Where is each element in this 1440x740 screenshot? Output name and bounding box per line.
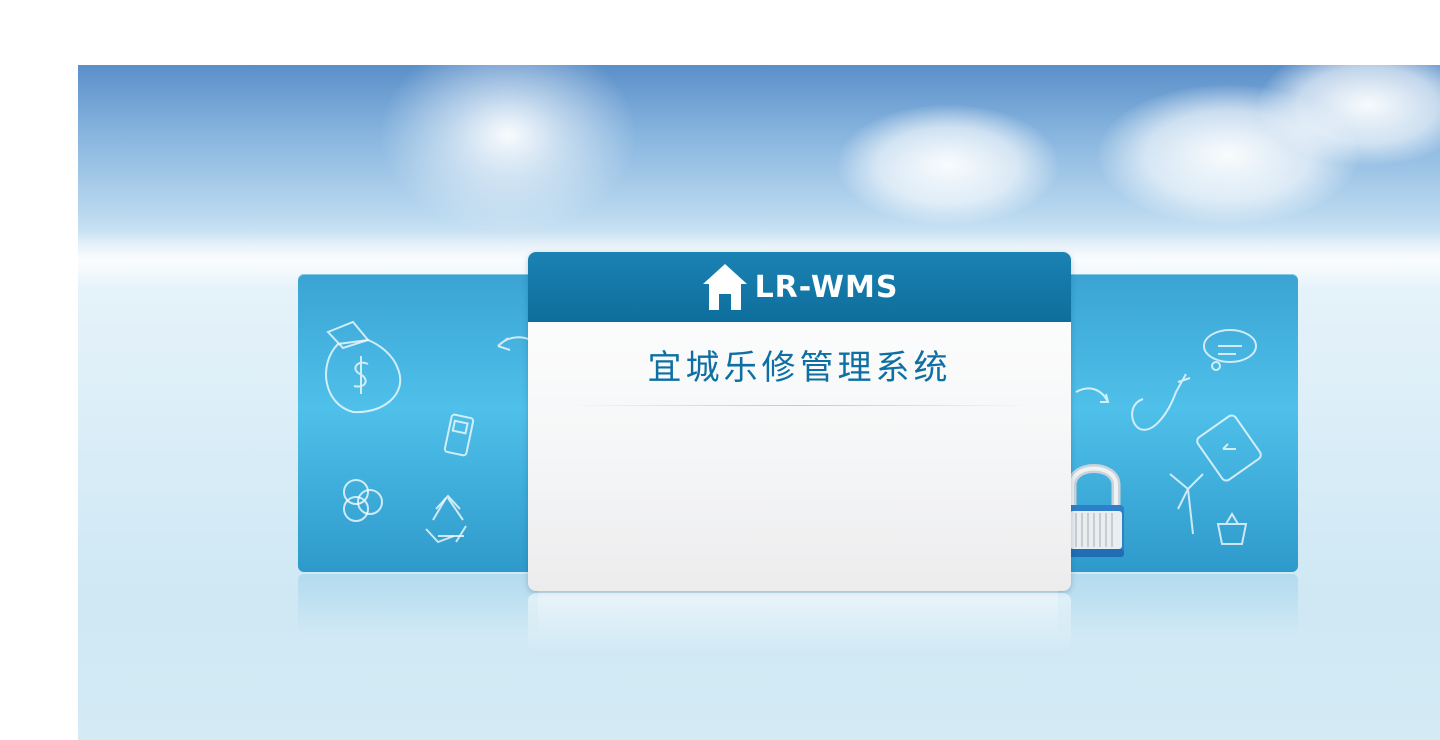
brand-name: LR-WMS [754, 269, 899, 305]
money-bag-icon [325, 320, 402, 414]
brand-logo: LR-WMS [701, 262, 899, 312]
login-background: LR-WMS 宜城乐修管理系统 [78, 65, 1440, 740]
arrow-icon [1075, 387, 1110, 403]
login-card: LR-WMS 宜城乐修管理系统 [528, 252, 1071, 591]
house-icon [701, 262, 749, 312]
flower-icon [343, 479, 383, 522]
cloud-icon [1203, 329, 1257, 371]
padlock-icon [1064, 445, 1138, 569]
card-header: LR-WMS [528, 252, 1071, 322]
tablet-icon [1196, 414, 1262, 482]
wind-turbine-icon [1169, 473, 1204, 535]
phone-receiver-icon [1131, 373, 1191, 431]
title-divider [564, 405, 1035, 406]
mobile-phone-icon [443, 413, 475, 457]
cloud [838, 105, 1058, 225]
recycle-icon [425, 494, 467, 544]
right-panel-reflection [1058, 574, 1298, 634]
sun-glow [378, 65, 638, 235]
left-decor-panel [298, 274, 538, 572]
basket-icon [1216, 512, 1248, 545]
system-title: 宜城乐修管理系统 [647, 348, 952, 388]
left-panel-reflection [298, 574, 538, 634]
login-card-reflection [528, 593, 1071, 653]
